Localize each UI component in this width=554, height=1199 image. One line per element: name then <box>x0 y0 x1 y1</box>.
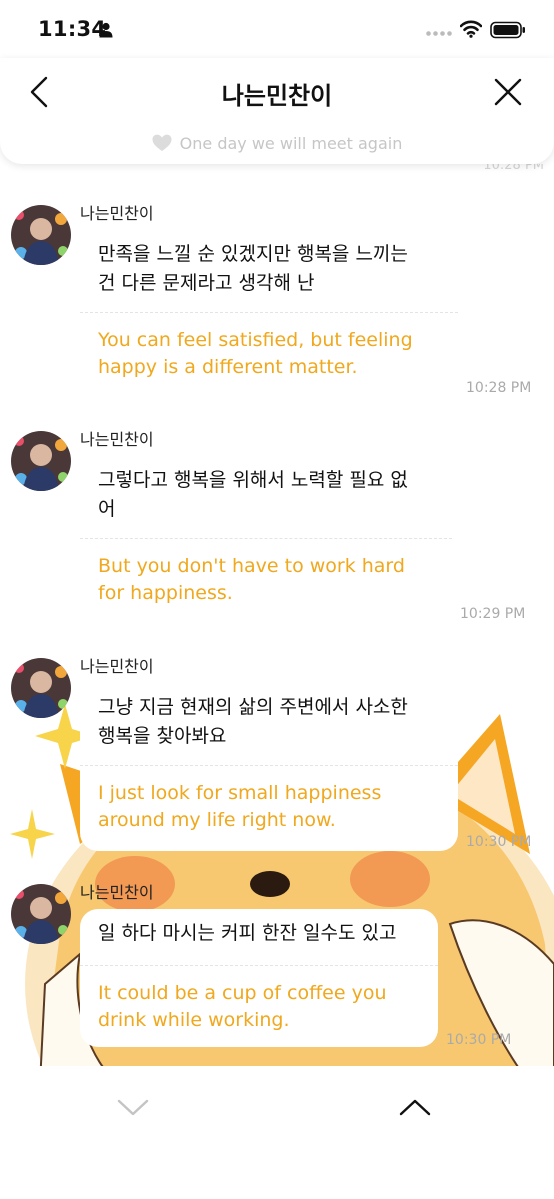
message-line: 어 <box>98 498 116 520</box>
sender-name: 나는민찬이 <box>80 883 154 902</box>
message-bubble[interactable]: 그냥 지금 현재의 삶의 주변에서 사소한 행복을 찾아봐요 I just lo… <box>80 683 458 851</box>
message-translation-text: But you don't have to work hard for happ… <box>98 553 405 607</box>
message-bubble[interactable]: 만족을 느낄 순 있겠지만 행복을 느끼는 건 다른 문제라고 생각해 난 Yo… <box>80 230 458 392</box>
message-translation-text: I just look for small happiness around m… <box>98 780 381 834</box>
translation-line: drink while working. <box>98 1009 290 1031</box>
message-bubble[interactable]: 일 하다 마시는 커피 한잔 일수도 있고 It could be a cup … <box>80 909 438 1047</box>
translation-line: I just look for small happiness <box>98 782 382 804</box>
message-time: 10:28 PM <box>466 380 532 396</box>
message-time: 10:30 PM <box>466 834 532 850</box>
translation-line: happy is a different matter. <box>98 356 358 378</box>
avatar[interactable] <box>11 431 71 491</box>
translation-line: for happiness. <box>98 582 233 604</box>
scroll-down-button[interactable] <box>116 1094 150 1120</box>
message-line: 그냥 지금 현재의 삶의 주변에서 사소한 <box>98 696 408 718</box>
subtitle-text: One day we will meet again <box>179 134 403 153</box>
message-original-text: 그냥 지금 현재의 삶의 주변에서 사소한 행복을 찾아봐요 <box>98 693 408 751</box>
message-line: 만족을 느낄 순 있겠지만 행복을 느끼는 <box>98 243 408 265</box>
translation-line: around my life right now. <box>98 809 336 831</box>
chat-header: 나는민찬이 One day we will meet again <box>0 58 554 164</box>
person-icon <box>99 22 113 38</box>
signal-dots-icon <box>426 31 452 36</box>
translation-divider <box>80 538 452 539</box>
message-line: 일 하다 마시는 커피 한잔 일수도 있고 <box>98 922 397 944</box>
message-line: 그렇다고 행복을 위해서 노력할 필요 없 <box>98 469 408 491</box>
wifi-icon <box>460 20 482 38</box>
message-time: 10:30 PM <box>446 1032 512 1048</box>
translation-line: But you don't have to work hard <box>98 555 405 577</box>
translation-line: It could be a cup of coffee you <box>98 982 387 1004</box>
message-line: 건 다른 문제라고 생각해 난 <box>98 272 315 294</box>
message-translation-text: You can feel satisfied, but feeling happ… <box>98 327 413 381</box>
page-title: 나는민찬이 <box>221 82 333 110</box>
chat-area[interactable]: 10:28 PM 나는민찬이 만족을 느낄 순 있겠지만 행복을 느끼는 건 다… <box>0 164 554 1066</box>
previous-message-time: 10:28 PM <box>483 164 544 173</box>
translation-divider <box>80 765 458 766</box>
status-time: 11:34 <box>38 17 107 41</box>
sender-name: 나는민찬이 <box>80 204 154 223</box>
sender-name: 나는민찬이 <box>80 657 154 676</box>
translation-divider <box>80 965 438 966</box>
battery-icon <box>490 21 525 39</box>
translation-line: You can feel satisfied, but feeling <box>98 329 413 351</box>
message-original-text: 만족을 느낄 순 있겠지만 행복을 느끼는 건 다른 문제라고 생각해 난 <box>98 240 408 298</box>
close-button[interactable] <box>490 74 526 110</box>
bottom-nav-bar <box>0 1066 554 1199</box>
translation-divider <box>80 312 458 313</box>
message-original-text: 일 하다 마시는 커피 한잔 일수도 있고 <box>98 919 396 948</box>
message-bubble[interactable]: 그렇다고 행복을 위해서 노력할 필요 없 어 But you don't ha… <box>80 456 452 618</box>
message-translation-text: It could be a cup of coffee you drink wh… <box>98 980 387 1034</box>
message-line: 행복을 찾아봐요 <box>98 725 227 747</box>
heart-icon <box>152 134 172 151</box>
status-bar: 11:34 <box>0 0 554 58</box>
avatar[interactable] <box>11 884 71 944</box>
message-original-text: 그렇다고 행복을 위해서 노력할 필요 없 어 <box>98 466 408 524</box>
avatar[interactable] <box>11 205 71 265</box>
avatar[interactable] <box>11 658 71 718</box>
sender-name: 나는민찬이 <box>80 430 154 449</box>
message-time: 10:29 PM <box>460 606 526 622</box>
scroll-up-button[interactable] <box>398 1094 432 1120</box>
subtitle: One day we will meet again <box>0 134 554 153</box>
